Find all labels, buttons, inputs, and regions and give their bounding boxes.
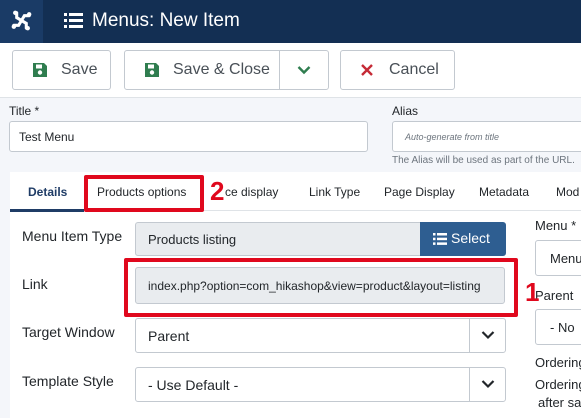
tab-choice-display[interactable]: ce display [225, 185, 278, 199]
tab-link-type[interactable]: Link Type [309, 185, 360, 199]
page-title: Menus: New Item [92, 10, 240, 31]
ordering-help: Ordering [535, 377, 581, 392]
template-style-label: Template Style [22, 373, 114, 389]
menu-item-type-label: Menu Item Type [22, 228, 123, 244]
ordering-help-after-save: after sa [538, 395, 581, 410]
tab-modules[interactable]: Mod [556, 185, 579, 199]
alias-input[interactable]: Auto-generate from title [392, 121, 581, 152]
chevron-down-icon [481, 380, 495, 389]
template-style-value: - Use Default - [148, 377, 239, 393]
target-window-label: Target Window [22, 324, 115, 340]
list-icon [64, 13, 83, 28]
save-button[interactable]: Save [12, 50, 111, 90]
title-input[interactable]: Test Menu [9, 121, 368, 152]
select-label: Select [451, 230, 490, 246]
button-divider [279, 51, 280, 89]
tab-metadata[interactable]: Metadata [479, 185, 529, 199]
tab-page-display[interactable]: Page Display [384, 185, 455, 199]
tab-details[interactable]: Details [28, 185, 67, 199]
link-label: Link [22, 276, 48, 292]
target-window-select[interactable]: Parent [135, 318, 506, 353]
chevron-down-icon[interactable] [297, 65, 311, 75]
select-button[interactable]: Select [420, 222, 506, 256]
highlight-box-products-options [84, 175, 204, 212]
header-bar: Menus: New Item [0, 0, 581, 43]
active-tab-indicator [10, 209, 84, 212]
floppy-disk-icon [145, 63, 159, 77]
save-close-label: Save & Close [173, 61, 270, 78]
joomla-logo[interactable] [0, 0, 43, 43]
annotation-marker-1: 1 [525, 277, 540, 307]
dropdown-toggle[interactable] [469, 319, 505, 352]
menu-select[interactable]: Menu [535, 240, 581, 276]
template-style-select[interactable]: - Use Default - [135, 367, 506, 402]
highlight-box-link [124, 258, 518, 317]
toolbar: Save Save & Close Cancel [0, 43, 581, 98]
parent-select[interactable]: - No [535, 309, 581, 345]
dropdown-toggle[interactable] [469, 368, 505, 401]
x-icon [361, 64, 373, 76]
joomla-logo-icon [11, 10, 32, 31]
parent-label: Parent [535, 288, 574, 303]
cancel-label: Cancel [389, 61, 439, 78]
ordering-label: Ordering [535, 355, 581, 370]
save-label: Save [61, 61, 98, 78]
target-window-value: Parent [148, 328, 190, 344]
alias-help-text: The Alias will be used as part of the UR… [392, 155, 575, 166]
cancel-button[interactable]: Cancel [340, 50, 455, 90]
menu-label: Menu * [535, 218, 577, 233]
floppy-disk-icon [33, 63, 47, 77]
title-label: Title * [9, 104, 40, 118]
save-close-button[interactable]: Save & Close [124, 50, 329, 90]
alias-label: Alias [392, 104, 419, 118]
menu-item-type-field: Products listing [135, 222, 420, 256]
list-icon [433, 233, 447, 245]
annotation-marker-2: 2 [210, 176, 225, 206]
chevron-down-icon [481, 331, 495, 340]
